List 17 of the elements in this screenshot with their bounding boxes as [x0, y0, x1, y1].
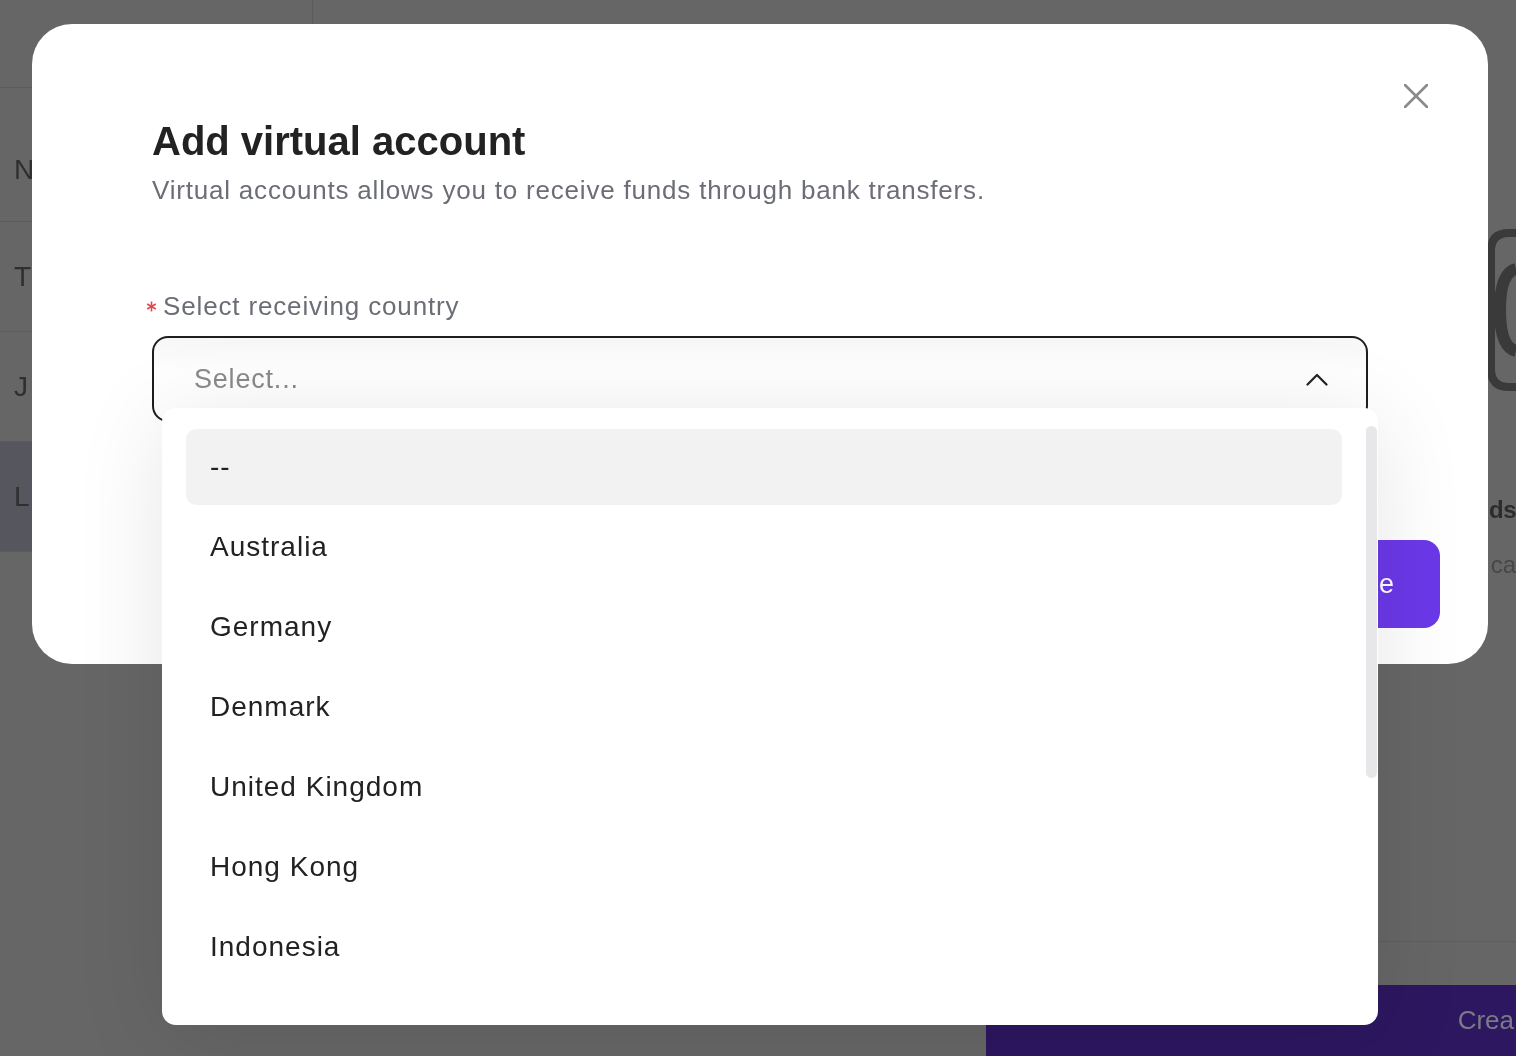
dropdown-option[interactable]: Australia — [186, 509, 1342, 585]
dropdown-option[interactable]: Indonesia — [186, 909, 1342, 985]
dropdown-option[interactable]: Hong Kong — [186, 829, 1342, 905]
dialog-subtitle: Virtual accounts allows you to receive funds through bank transfers. — [152, 174, 986, 206]
panel-heading: ds — [1489, 495, 1516, 525]
chevron-up-icon — [1306, 372, 1328, 386]
logo-tile-icon — [1487, 229, 1516, 391]
dropdown-option[interactable]: United Kingdom — [186, 749, 1342, 825]
close-button[interactable] — [1404, 84, 1428, 108]
row-text: J — [14, 369, 28, 404]
scrollbar-thumb[interactable] — [1366, 426, 1377, 778]
close-icon — [1404, 84, 1428, 108]
dropdown-option[interactable]: Denmark — [186, 669, 1342, 745]
dropdown-option[interactable]: -- — [186, 429, 1342, 505]
dialog-title: Add virtual account — [152, 118, 527, 164]
dropdown-option[interactable]: Germany — [186, 589, 1342, 665]
field-label: Select receiving country — [163, 290, 460, 322]
